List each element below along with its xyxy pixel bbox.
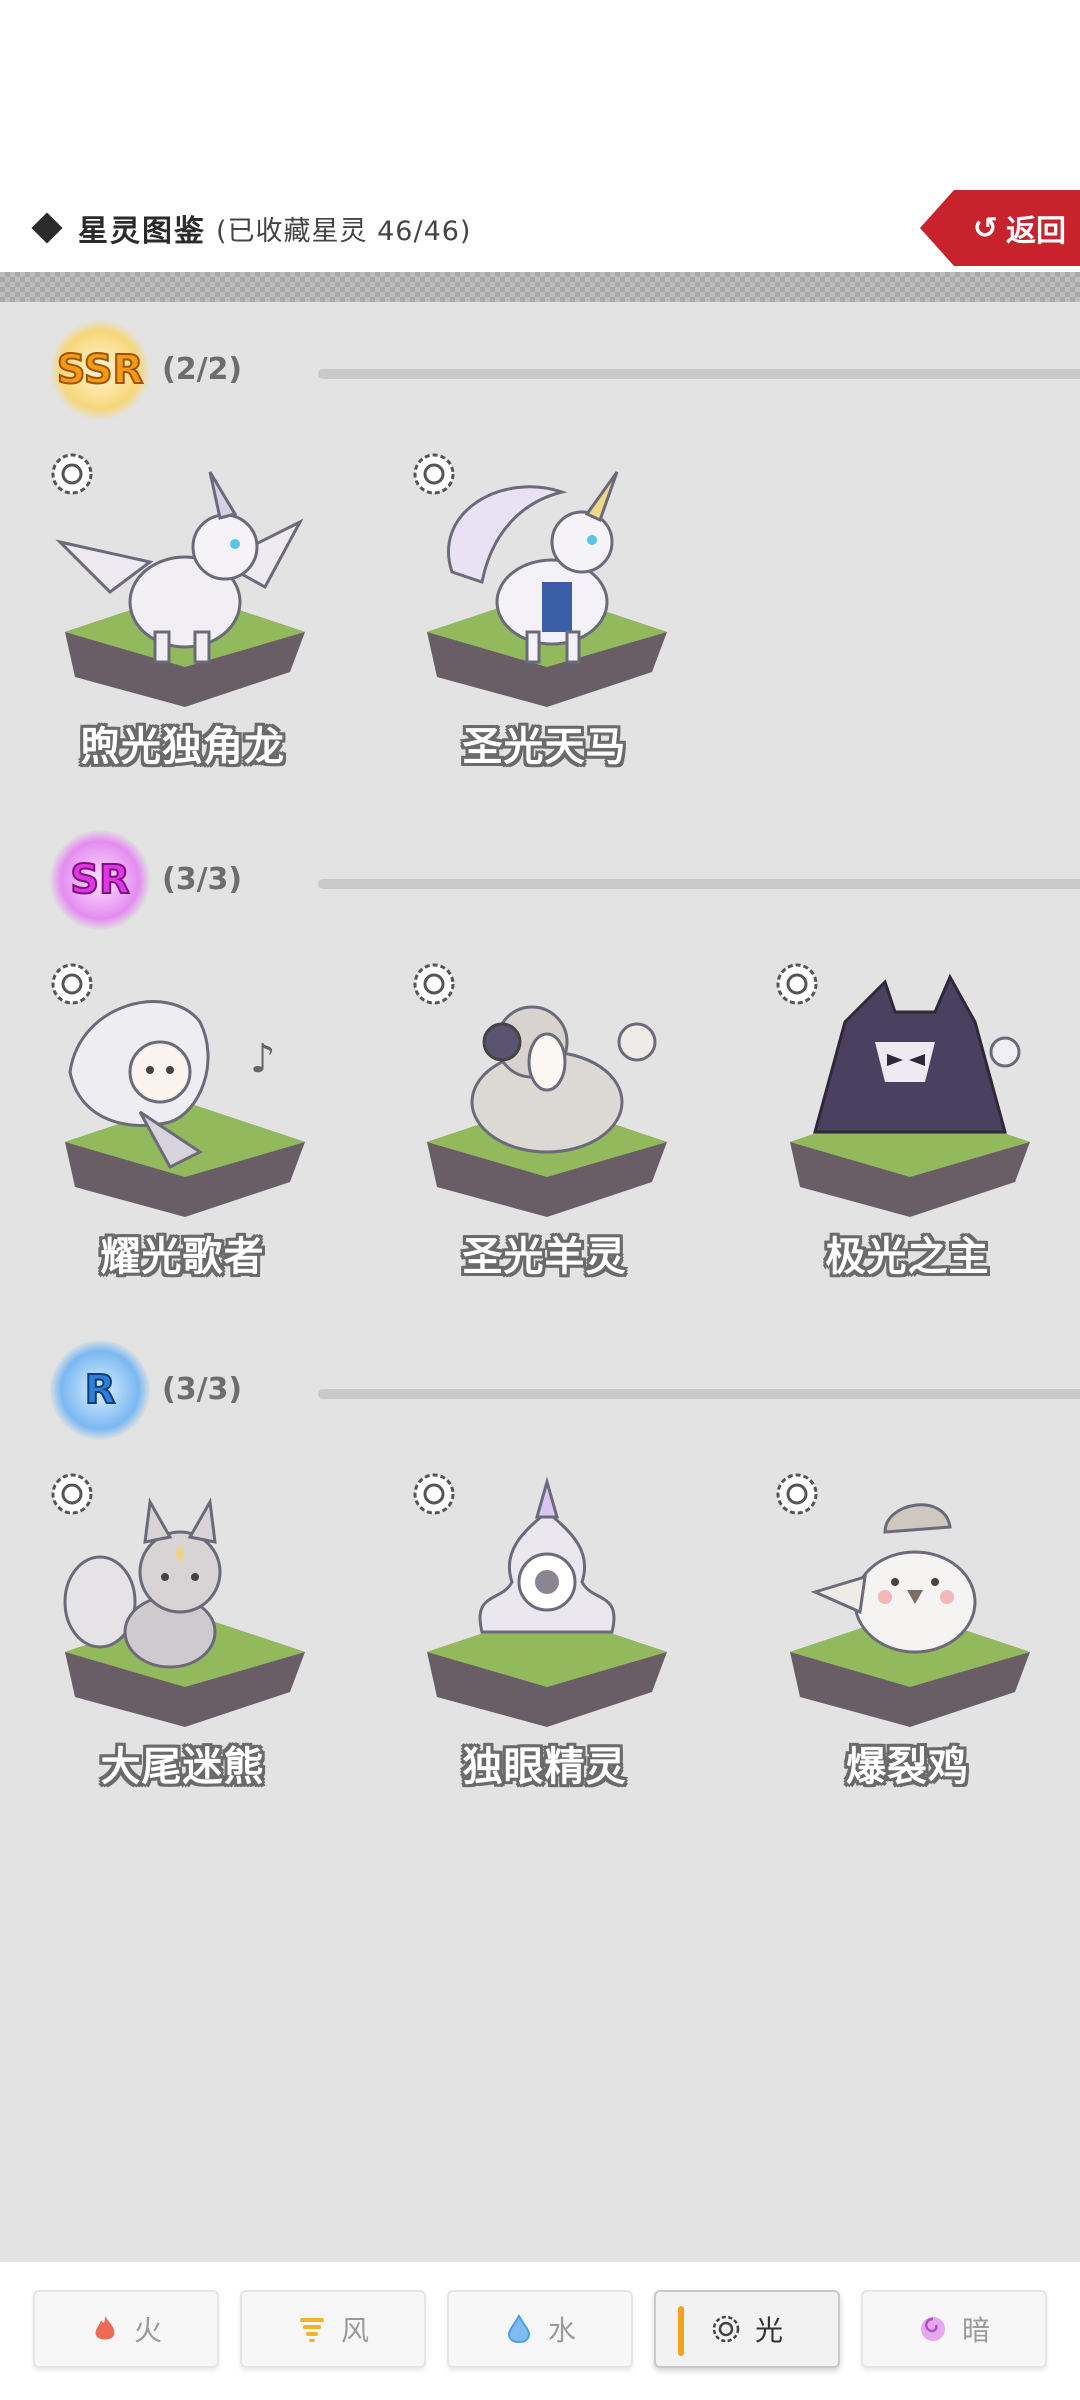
sun-icon <box>413 453 455 495</box>
section-header-r: R (3/3) <box>0 1330 1080 1450</box>
r-badge-text: R <box>84 1366 117 1414</box>
section-count: (3/3) <box>162 862 243 897</box>
sun-icon <box>776 1473 818 1515</box>
collection-count: (已收藏星灵 46/46) <box>216 215 472 247</box>
tab-wind[interactable]: 风 <box>240 2290 426 2368</box>
creature-card[interactable]: 独眼精灵 <box>412 1472 712 1792</box>
header: 星灵图鉴 (已收藏星灵 46/46) ↺ 返回 <box>0 0 1080 272</box>
tab-label: 水 <box>547 2314 576 2347</box>
tab-label: 火 <box>133 2314 162 2347</box>
creature-card[interactable]: 圣光羊灵 <box>412 962 712 1282</box>
sr-badge-text: SR <box>69 856 131 904</box>
creature-name: 独眼精灵 <box>462 1744 627 1790</box>
creature-name: 煦光独角龙 <box>80 724 285 770</box>
checker-divider <box>0 272 1080 302</box>
tab-fire[interactable]: 火 <box>33 2290 219 2368</box>
tab-dark[interactable]: 暗 <box>861 2290 1047 2368</box>
water-drop-icon <box>507 2314 530 2344</box>
tab-label: 光 <box>754 2314 783 2347</box>
creature-name: 圣光羊灵 <box>462 1234 627 1280</box>
section-line <box>318 1389 1080 1399</box>
flame-icon <box>95 2316 115 2340</box>
creature-name: 耀光歌者 <box>100 1234 265 1280</box>
back-button[interactable]: ↺ 返回 <box>920 190 1080 266</box>
creature-name: 圣光天马 <box>462 724 627 770</box>
sun-icon <box>51 453 93 495</box>
section-line <box>318 369 1080 379</box>
sun-icon <box>413 963 455 1005</box>
creature-name: 大尾迷熊 <box>100 1744 265 1790</box>
section-header-sr: SR (3/3) <box>0 820 1080 940</box>
tornado-icon <box>299 2318 324 2342</box>
section-count: (3/3) <box>162 1372 243 1407</box>
sun-icon <box>51 1473 93 1515</box>
sr-badge: SR <box>50 830 150 930</box>
tab-water[interactable]: 水 <box>447 2290 633 2368</box>
r-badge: R <box>50 1340 150 1440</box>
tab-light[interactable]: 光 <box>654 2290 840 2368</box>
creature-card[interactable]: 圣光天马 <box>412 452 712 772</box>
collection-content[interactable]: SSR (2/2) SR (3/3) R (3/3) 煦光独角龙 圣光天马 ♪ … <box>0 302 1080 2262</box>
creature-card[interactable]: 爆裂鸡 <box>775 1472 1075 1792</box>
swirl-icon <box>920 2317 945 2341</box>
sun-icon <box>776 963 818 1005</box>
sun-icon <box>413 1473 455 1515</box>
ssr-badge: SSR <box>50 320 150 420</box>
creature-card[interactable]: ♪ 耀光歌者 <box>50 962 350 1282</box>
creature-card[interactable]: 极光之主 <box>775 962 1075 1282</box>
tab-label: 风 <box>340 2314 369 2347</box>
svg-text:♪: ♪ <box>250 1036 276 1082</box>
title-row: 星灵图鉴 (已收藏星灵 46/46) <box>31 206 472 250</box>
back-button-label: 返回 <box>1006 214 1066 249</box>
return-arrow-icon: ↺ <box>972 210 998 246</box>
creature-card[interactable]: 大尾迷熊 <box>50 1472 350 1792</box>
sun-icon <box>51 963 93 1005</box>
creature-name: 爆裂鸡 <box>846 1744 969 1790</box>
active-tab-indicator <box>678 2306 684 2356</box>
page-title: 星灵图鉴 <box>78 214 206 249</box>
diamond-bullet-icon <box>31 212 63 244</box>
ssr-badge-text: SSR <box>56 346 145 394</box>
section-header-ssr: SSR (2/2) <box>0 310 1080 430</box>
section-count: (2/2) <box>162 352 243 387</box>
creature-card[interactable]: 煦光独角龙 <box>50 452 350 772</box>
section-line <box>318 879 1080 889</box>
sun-icon <box>712 2315 740 2343</box>
creature-name: 极光之主 <box>825 1234 990 1280</box>
element-tab-bar: 火 风 水 光 暗 <box>0 2262 1080 2400</box>
tab-label: 暗 <box>961 2314 990 2347</box>
